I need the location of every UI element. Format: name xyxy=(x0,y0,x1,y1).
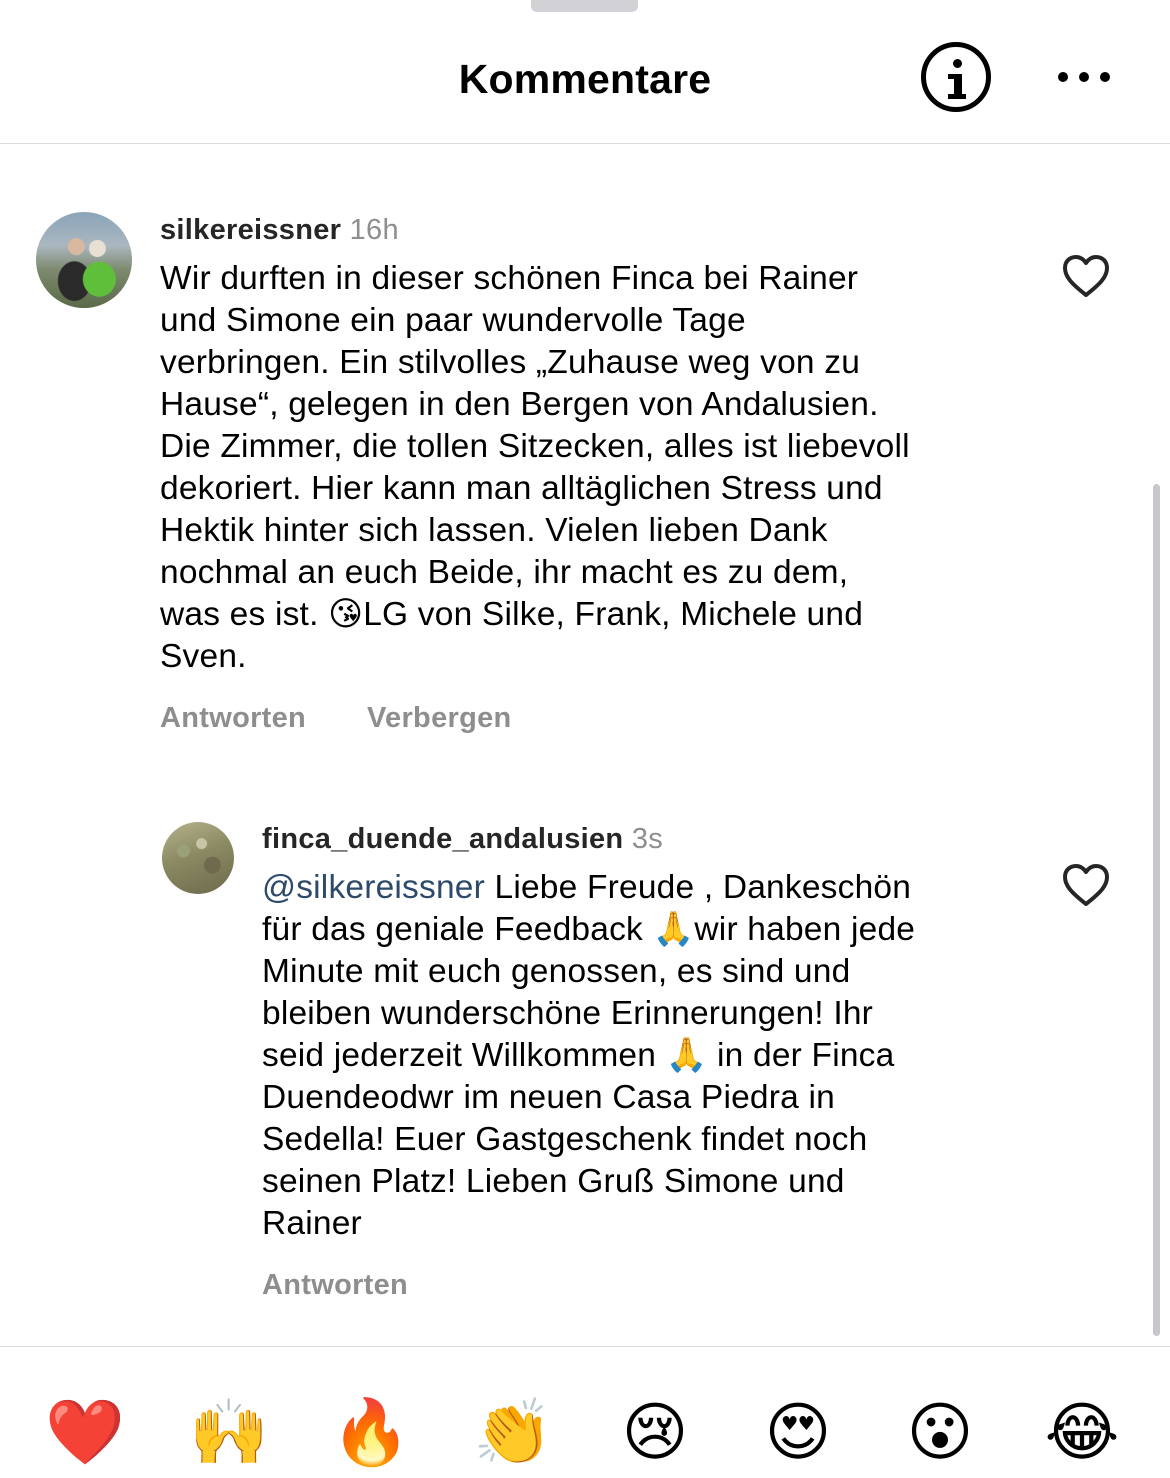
reaction-surprised[interactable]: 😮 xyxy=(900,1392,980,1472)
comment-username[interactable]: silkereissner xyxy=(160,214,341,246)
reaction-laughing[interactable]: 😂 xyxy=(1042,1392,1122,1472)
avatar[interactable] xyxy=(36,212,132,308)
reaction-crying[interactable]: 😢 xyxy=(615,1392,695,1472)
quick-reactions-bar: ❤️ 🙌 🔥 👏 😢 😍 😮 😂 xyxy=(0,1346,1170,1478)
reaction-heart-eyes[interactable]: 😍 xyxy=(758,1392,838,1472)
comment-text-body: Liebe Freude , Dankeschön für das genial… xyxy=(262,869,916,1242)
scrollbar[interactable] xyxy=(1153,484,1160,1336)
reaction-clap[interactable]: 👏 xyxy=(473,1392,553,1472)
reaction-fire[interactable]: 🔥 xyxy=(331,1392,411,1472)
reaction-raising-hands[interactable]: 🙌 xyxy=(189,1392,269,1472)
more-options-icon[interactable] xyxy=(1058,66,1110,88)
comment-text: Wir durften in dieser schönen Finca bei … xyxy=(160,260,910,675)
hide-button[interactable]: Verbergen xyxy=(367,702,512,735)
comment-time: 3s xyxy=(631,823,664,855)
comment-meta: finca_duende_andalusien 3s xyxy=(262,823,663,856)
avatar[interactable] xyxy=(162,822,234,894)
mention-link[interactable]: @silkereissner xyxy=(262,869,485,906)
reply-button[interactable]: Antworten xyxy=(262,1269,408,1302)
comment-username[interactable]: finca_duende_andalusien xyxy=(262,823,623,855)
comment-time: 16h xyxy=(349,214,399,246)
reply-button[interactable]: Antworten xyxy=(160,702,306,735)
comment-text: @silkereissner Liebe Freude , Dankeschön… xyxy=(262,867,1042,1245)
like-heart-icon[interactable] xyxy=(1062,254,1110,298)
header: Kommentare xyxy=(0,0,1170,144)
page-title: Kommentare xyxy=(458,56,712,102)
info-icon[interactable] xyxy=(921,42,991,112)
reaction-heart[interactable]: ❤️ xyxy=(45,1392,125,1472)
comment-meta: silkereissner 16h xyxy=(160,214,399,247)
like-heart-icon[interactable] xyxy=(1062,863,1110,907)
